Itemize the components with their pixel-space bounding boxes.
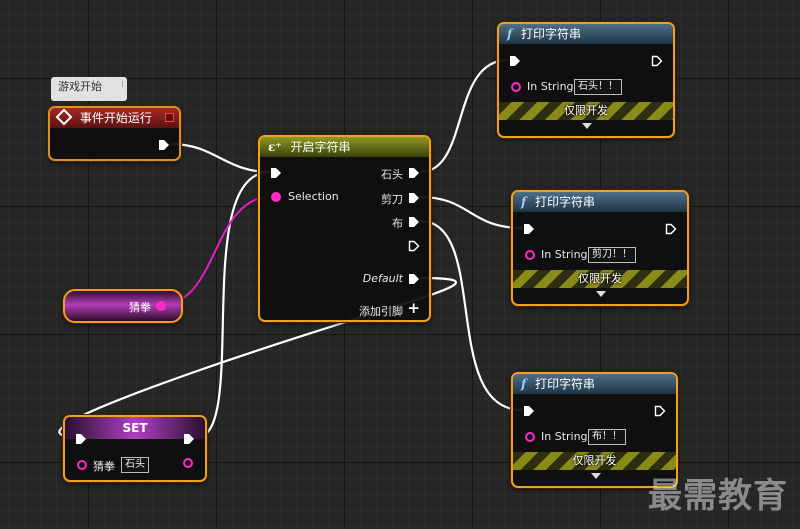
print1-exec-out-pin[interactable] bbox=[651, 55, 663, 67]
development-only-bar-2: 仅限开发 bbox=[513, 270, 687, 288]
exec-out-cloth-pin[interactable] bbox=[408, 216, 420, 228]
add-pin-plus-icon[interactable]: + bbox=[407, 299, 420, 317]
print-string-node-1[interactable]: f 打印字符串 In String 石头！！ 仅限开发 bbox=[497, 22, 675, 138]
print1-exec-in-pin[interactable] bbox=[509, 55, 521, 67]
comment-bubble[interactable]: 游戏开始 ⁝ bbox=[51, 77, 127, 101]
development-only-label-3: 仅限开发 bbox=[572, 454, 617, 467]
output-label-stone: 石头 bbox=[381, 168, 403, 181]
development-only-label-2: 仅限开发 bbox=[578, 272, 622, 285]
development-only-label-1: 仅限开发 bbox=[564, 104, 608, 117]
print-header-1[interactable]: f 打印字符串 bbox=[499, 24, 673, 44]
begin-play-event-node[interactable]: 事件开始运行 bbox=[48, 106, 181, 161]
exec-out-unconnected-pin[interactable] bbox=[408, 240, 420, 252]
print2-exec-in-pin[interactable] bbox=[523, 223, 535, 235]
print3-exec-in-pin[interactable] bbox=[523, 405, 535, 417]
print-title-2: 打印字符串 bbox=[535, 195, 596, 209]
comment-pin-icon[interactable]: ⁝ bbox=[121, 75, 124, 95]
print1-in-string-input[interactable]: 石头！！ bbox=[574, 79, 622, 95]
comment-text: 游戏开始 bbox=[58, 80, 102, 93]
variable-getter-label: 猜拳 bbox=[129, 301, 151, 314]
print1-in-string-label: In String bbox=[527, 80, 574, 93]
set-exec-in-pin[interactable] bbox=[75, 433, 87, 445]
print2-in-string-pin[interactable] bbox=[525, 250, 535, 260]
print2-exec-out-pin[interactable] bbox=[665, 223, 677, 235]
output-label-cloth: 布 bbox=[392, 217, 403, 230]
exec-out-default-pin[interactable] bbox=[408, 273, 420, 285]
set-value-input[interactable]: 石头 bbox=[121, 457, 149, 473]
print-title-3: 打印字符串 bbox=[535, 377, 596, 391]
exec-out-stone-pin[interactable] bbox=[408, 167, 420, 179]
switch-icon: ε⁺ bbox=[268, 140, 282, 154]
exec-wire-cloth-to-print3 bbox=[419, 219, 523, 412]
print2-in-string-input[interactable]: 剪刀！！ bbox=[588, 247, 636, 263]
default-label: Default bbox=[362, 272, 403, 285]
exec-out-pin[interactable] bbox=[158, 139, 170, 151]
expand-arrow-icon[interactable] bbox=[582, 123, 592, 129]
print-string-node-2[interactable]: f 打印字符串 In String 剪刀！！ 仅限开发 bbox=[511, 190, 689, 306]
begin-play-header[interactable]: 事件开始运行 bbox=[50, 108, 179, 128]
function-icon: f bbox=[507, 27, 513, 41]
function-icon: f bbox=[521, 195, 527, 209]
print3-in-string-input[interactable]: 布！！ bbox=[588, 429, 626, 445]
print1-in-string-pin[interactable] bbox=[511, 82, 521, 92]
development-only-bar-1: 仅限开发 bbox=[499, 102, 673, 120]
set-variable-node[interactable]: SET 猜拳 石头 bbox=[63, 415, 207, 482]
delegate-square-icon[interactable] bbox=[165, 113, 174, 122]
string-wire-var-to-selection bbox=[159, 195, 275, 306]
set-value-in-pin[interactable] bbox=[77, 460, 87, 470]
exec-out-scissors-pin[interactable] bbox=[408, 192, 420, 204]
selection-pin[interactable] bbox=[271, 192, 281, 202]
add-pin-label[interactable]: 添加引脚 bbox=[359, 303, 403, 319]
print3-exec-out-pin[interactable] bbox=[654, 405, 666, 417]
event-diamond-icon bbox=[55, 108, 73, 126]
set-exec-out-pin[interactable] bbox=[183, 433, 195, 445]
print-title-1: 打印字符串 bbox=[521, 27, 582, 41]
selection-label: Selection bbox=[288, 190, 339, 203]
expand-arrow-icon[interactable] bbox=[596, 291, 606, 297]
print-header-3[interactable]: f 打印字符串 bbox=[513, 374, 676, 394]
print2-in-string-label: In String bbox=[541, 248, 588, 261]
function-icon: f bbox=[521, 377, 527, 391]
set-title: SET bbox=[122, 421, 148, 435]
variable-getter-out-pin[interactable] bbox=[156, 301, 166, 311]
exec-wire-stone-to-print1 bbox=[419, 58, 509, 174]
print3-in-string-label: In String bbox=[541, 430, 588, 443]
output-label-scissors: 剪刀 bbox=[381, 193, 403, 206]
variable-getter-node[interactable]: 猜拳 bbox=[63, 289, 183, 323]
begin-play-title: 事件开始运行 bbox=[79, 111, 152, 125]
print3-in-string-pin[interactable] bbox=[525, 432, 535, 442]
switch-on-string-node[interactable]: ε⁺ 开启字符串 Selection 石头 剪刀 布 Default 添加引脚 … bbox=[258, 135, 431, 322]
exec-wire-scissors-to-print2 bbox=[419, 195, 523, 230]
exec-wire-begin-to-switch bbox=[170, 142, 271, 174]
switch-header[interactable]: ε⁺ 开启字符串 bbox=[260, 137, 429, 157]
exec-in-pin[interactable] bbox=[270, 167, 282, 179]
switch-title: 开启字符串 bbox=[290, 140, 351, 154]
print-header-2[interactable]: f 打印字符串 bbox=[513, 192, 687, 212]
expand-arrow-icon[interactable] bbox=[591, 473, 601, 479]
watermark: 最需教育 bbox=[648, 476, 788, 516]
set-var-label: 猜拳 bbox=[93, 460, 115, 473]
set-value-out-pin[interactable] bbox=[183, 458, 193, 468]
